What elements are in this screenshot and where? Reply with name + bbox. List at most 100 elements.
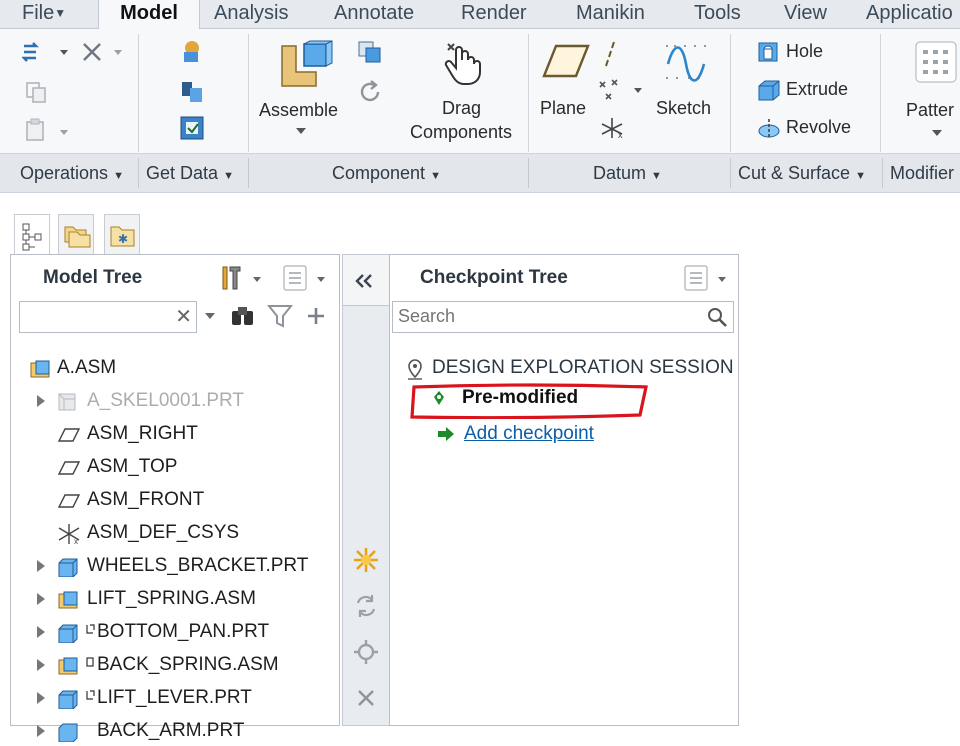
sketch-label: Sketch <box>656 98 712 118</box>
navigator-tab-folder-browser[interactable] <box>58 214 94 255</box>
close-session-button[interactable] <box>351 683 381 713</box>
tab-applications[interactable]: Applicatio <box>866 0 953 28</box>
expand-icon[interactable] <box>37 692 45 704</box>
pattern-button[interactable]: Patter <box>904 40 960 140</box>
tab-render[interactable]: Render <box>461 0 527 28</box>
assembly-icon <box>58 591 78 609</box>
datum-plane-icon <box>57 461 81 475</box>
find-button[interactable] <box>229 303 257 329</box>
regenerate-button[interactable] <box>22 40 70 64</box>
tab-analysis-label: Analysis <box>214 2 289 24</box>
extrude-icon <box>758 80 780 101</box>
flexible-component-icon <box>86 624 95 634</box>
expand-icon[interactable] <box>37 659 45 671</box>
point-button[interactable] <box>598 78 650 106</box>
extrude-label: Extrude <box>786 79 849 99</box>
delete-button[interactable] <box>80 40 128 64</box>
drag-components-button[interactable]: Drag Components <box>410 40 520 144</box>
axis-button[interactable] <box>600 40 620 68</box>
group-modifiers-label: Modifier <box>890 163 955 183</box>
expand-icon[interactable] <box>37 626 45 638</box>
expand-icon[interactable] <box>37 395 45 407</box>
sketch-button[interactable]: Sketch <box>656 42 722 122</box>
filter-history-dropdown[interactable] <box>203 309 217 323</box>
design-exploration-session-node[interactable]: DESIGN EXPLORATION SESSION <box>404 353 734 383</box>
datum-plane-icon <box>57 494 81 508</box>
checkpoint-options-button[interactable] <box>682 263 734 293</box>
add-checkpoint-label: Add checkpoint <box>464 423 594 444</box>
flexible-component-icon <box>86 690 95 700</box>
show-menu-button[interactable] <box>281 263 333 293</box>
collapse-panel-button[interactable] <box>343 255 389 306</box>
tree-settings-button[interactable] <box>217 263 265 293</box>
svg-text:x: x <box>74 537 78 546</box>
tree-item-label: BACK_SPRING.ASM <box>97 654 279 675</box>
ribbon-tab-bar: File▼ Model Analysis Annotate Render Man… <box>0 0 960 30</box>
group-separator <box>248 158 249 188</box>
expand-icon[interactable] <box>37 593 45 605</box>
add-column-button[interactable] <box>305 303 327 329</box>
expand-icon[interactable] <box>37 725 45 737</box>
assemble-button[interactable]: Assemble <box>259 40 340 140</box>
coordinate-system-button[interactable]: x <box>598 114 628 144</box>
update-button[interactable] <box>351 591 381 621</box>
navigator-tab-model-tree[interactable] <box>14 214 50 255</box>
paste-icon <box>26 118 68 141</box>
tab-file[interactable]: File▼ <box>22 0 66 28</box>
target-button[interactable] <box>351 637 381 667</box>
group-component-label: Component <box>332 163 426 183</box>
checkpoint-item-pre-modified[interactable]: Pre-modified <box>410 383 710 419</box>
expand-icon[interactable] <box>37 560 45 572</box>
filter-button[interactable] <box>267 303 293 329</box>
shrinkwrap-button[interactable] <box>178 114 206 142</box>
svg-text:✱: ✱ <box>118 232 128 246</box>
tab-render-label: Render <box>461 2 527 24</box>
group-cut-surface[interactable]: Cut & Surface ▼ <box>738 154 866 192</box>
repeat-component-button[interactable] <box>356 78 384 106</box>
csys-icon: x <box>601 118 623 140</box>
plus-icon <box>308 308 324 324</box>
copy-button[interactable] <box>24 80 50 104</box>
tree-item-label: A_SKEL0001.PRT <box>87 390 245 411</box>
tab-model-label: Model <box>120 2 178 24</box>
datum-plane-icon <box>57 428 81 442</box>
ribbon-separator <box>730 34 731 152</box>
assembly-icon <box>58 657 78 675</box>
tree-item-label: ASM_FRONT <box>87 489 205 510</box>
drag-components-label-line2: Components <box>410 122 513 142</box>
tools-icon <box>222 266 261 290</box>
tab-manikin[interactable]: Manikin <box>576 0 645 28</box>
tab-annotate[interactable]: Annotate <box>334 0 414 28</box>
group-get-data[interactable]: Get Data ▼ <box>146 154 234 192</box>
tab-model[interactable]: Model <box>98 0 200 30</box>
add-checkpoint-link[interactable]: Add checkpoint <box>436 421 594 447</box>
checkpoint-search-input[interactable] <box>392 301 734 333</box>
tab-analysis[interactable]: Analysis <box>214 0 288 28</box>
group-datum[interactable]: Datum ▼ <box>593 154 662 192</box>
csys-icon: x <box>58 524 80 546</box>
group-modifiers[interactable]: Modifier <box>890 154 954 192</box>
tree-filter-input[interactable]: ✕ <box>19 301 197 333</box>
clear-icon[interactable]: ✕ <box>175 304 192 329</box>
ribbon-separator <box>880 34 881 152</box>
tab-tools[interactable]: Tools <box>694 0 741 28</box>
group-component[interactable]: Component ▼ <box>332 154 441 192</box>
drag-components-label-line1: Drag <box>442 98 482 118</box>
tree-icon <box>22 223 42 251</box>
navigator-tab-favorites[interactable]: ✱ <box>104 214 140 255</box>
plane-button[interactable]: Plane <box>540 42 596 122</box>
tab-view[interactable]: View <box>784 0 827 28</box>
checkpoint-search-field[interactable] <box>393 302 703 330</box>
group-operations[interactable]: Operations ▼ <box>20 154 124 192</box>
new-session-button[interactable] <box>351 545 381 575</box>
assemble-icon <box>281 40 333 87</box>
copy-geometry-button[interactable] <box>178 78 206 106</box>
target-icon <box>354 640 378 664</box>
group-separator <box>730 158 731 188</box>
refresh-icon <box>356 595 376 617</box>
tab-file-label: File <box>22 2 55 24</box>
part-icon <box>58 723 78 742</box>
user-defined-feature-button[interactable] <box>178 38 206 66</box>
create-component-button[interactable] <box>356 38 384 66</box>
paste-button[interactable] <box>24 118 76 144</box>
